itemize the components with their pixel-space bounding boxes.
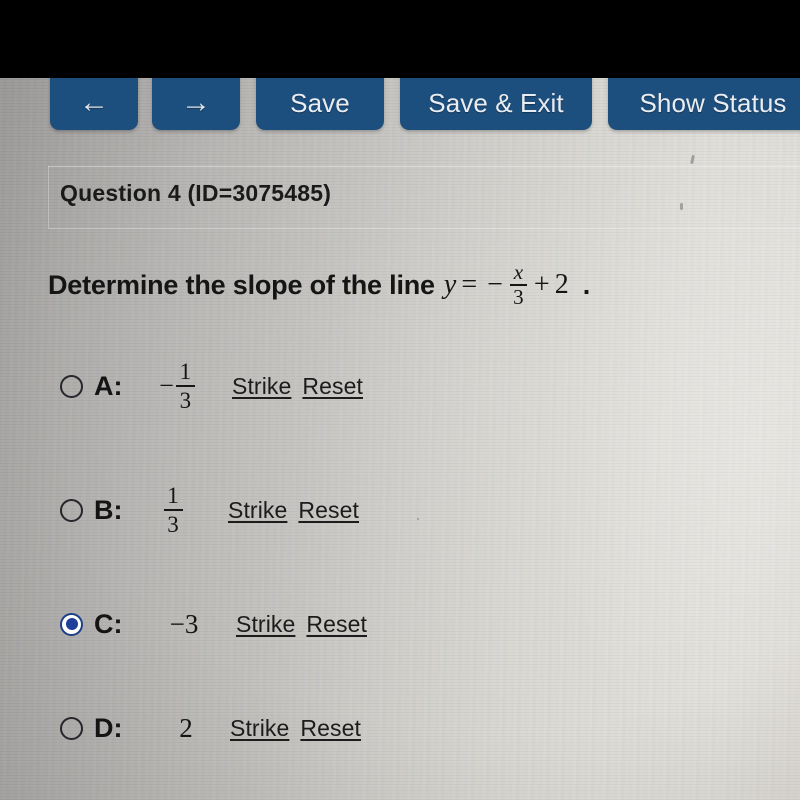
- strike-link-d[interactable]: Strike: [230, 715, 289, 742]
- option-c-actions: Strike Reset: [236, 611, 367, 638]
- answer-option-a[interactable]: A: − 1 3 Strike Reset: [60, 358, 363, 414]
- option-b-denominator: 3: [167, 512, 179, 538]
- option-b-actions: Strike Reset: [228, 497, 359, 524]
- save-button-label: Save: [290, 88, 350, 118]
- option-a-numerator: 1: [179, 358, 192, 384]
- option-a-denominator: 3: [179, 388, 192, 414]
- panel-divider-top: [48, 166, 800, 167]
- option-a-actions: Strike Reset: [232, 373, 363, 400]
- question-prompt: Determine the slope of the line y = − x …: [48, 262, 590, 308]
- option-letter-c: C:: [94, 608, 123, 639]
- equation-plus-sign: +: [533, 269, 550, 300]
- option-b-fraction-bar: [163, 508, 183, 512]
- option-value-d: 2: [179, 712, 193, 743]
- strike-link-c[interactable]: Strike: [236, 611, 295, 638]
- equation-equals: =: [461, 269, 478, 300]
- option-value-a: − 1 3: [140, 360, 214, 412]
- option-b-numerator: 1: [167, 482, 179, 508]
- option-letter-b: B:: [94, 494, 123, 525]
- reset-link-a[interactable]: Reset: [302, 373, 363, 400]
- radio-button-c[interactable]: [60, 612, 83, 636]
- question-header: Question 4 (ID=3075485): [60, 180, 332, 206]
- letterbox-top: [0, 0, 800, 78]
- save-and-exit-button-label: Save & Exit: [428, 88, 564, 118]
- panel-divider-bottom: [48, 228, 800, 229]
- reset-link-b[interactable]: Reset: [298, 497, 359, 524]
- prompt-text: Determine the slope of the line: [48, 269, 435, 300]
- option-a-negative-sign: −: [159, 370, 174, 400]
- arrow-right-icon: →: [180, 86, 212, 119]
- equation-fraction-numerator: x: [513, 260, 524, 284]
- arrow-left-icon: ←: [78, 86, 110, 119]
- quiz-toolbar: ← → Save Save & Exit Show Status: [0, 54, 800, 136]
- reset-link-d[interactable]: Reset: [300, 715, 361, 742]
- equation: y = − x 3 + 2: [444, 262, 569, 308]
- radio-button-a[interactable]: [60, 374, 83, 398]
- option-a-fraction: 1 3: [175, 358, 195, 414]
- panel-left-edge: [48, 166, 49, 228]
- option-letter-a: A:: [94, 370, 123, 401]
- option-a-fraction-bar: [175, 384, 195, 388]
- option-b-fraction: 1 3: [163, 482, 183, 538]
- equation-fraction-denominator: 3: [513, 285, 524, 309]
- screenshot-root: Question 4 (ID=3075485) Determine the sl…: [0, 0, 800, 800]
- equation-minus-sign: −: [487, 269, 503, 300]
- option-d-actions: Strike Reset: [230, 715, 361, 742]
- screen-glare: [540, 78, 800, 800]
- answer-option-c[interactable]: C: −3 Strike Reset: [60, 596, 367, 652]
- equation-fraction: x 3: [509, 260, 527, 309]
- equation-lhs: y: [443, 269, 457, 300]
- radio-button-d[interactable]: [60, 716, 83, 740]
- option-value-c: −3: [169, 608, 199, 639]
- prompt-period: .: [582, 269, 591, 300]
- strike-link-a[interactable]: Strike: [232, 373, 291, 400]
- answer-option-d[interactable]: D: 2 Strike Reset: [60, 700, 361, 756]
- show-status-button-label: Show Status: [639, 88, 787, 118]
- option-value-b: 1 3: [142, 484, 204, 536]
- equation-constant: 2: [554, 269, 569, 300]
- strike-link-b[interactable]: Strike: [228, 497, 287, 524]
- answer-option-b[interactable]: B: 1 3 Strike Reset: [60, 482, 359, 538]
- radio-button-b[interactable]: [60, 498, 83, 522]
- reset-link-c[interactable]: Reset: [306, 611, 367, 638]
- option-letter-d: D:: [94, 712, 123, 743]
